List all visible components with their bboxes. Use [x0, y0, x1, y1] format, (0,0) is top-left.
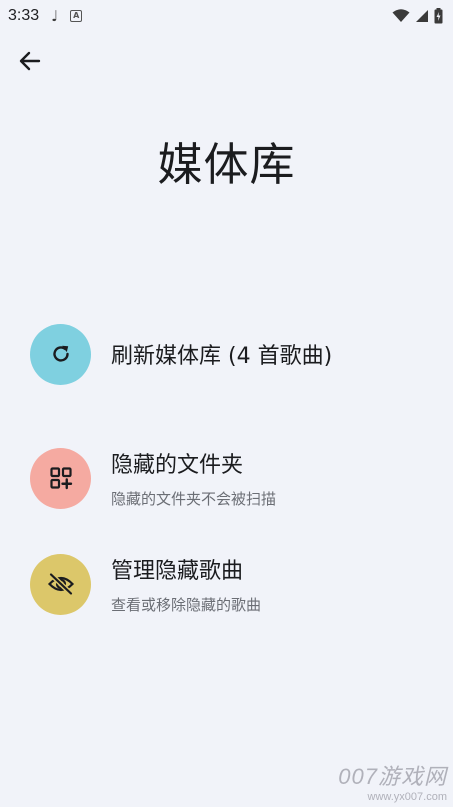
eye-off-icon: [47, 572, 74, 596]
wifi-icon: [392, 9, 410, 22]
status-bar: 3:33 ♩ A: [0, 0, 453, 32]
refresh-texts: 刷新媒体库 (4 首歌曲): [111, 338, 332, 370]
refresh-icon-circle: [30, 323, 91, 385]
app-badge-icon: A: [70, 10, 83, 22]
refresh-library-item[interactable]: 刷新媒体库 (4 首歌曲): [30, 322, 430, 386]
watermark-line2: www.yx007.com: [367, 791, 447, 803]
status-time: 3:33: [8, 7, 40, 24]
manage-hidden-texts: 管理隐藏歌曲 查看或移除隐藏的歌曲: [111, 553, 261, 615]
battery-icon: [434, 8, 443, 24]
item-title: 管理隐藏歌曲: [111, 559, 244, 584]
hidden-folders-item[interactable]: 隐藏的文件夹 隐藏的文件夹不会被扫描: [30, 446, 430, 510]
add-grid-icon-circle: [30, 447, 91, 509]
add-grid-icon: [49, 467, 72, 490]
item-title: 刷新媒体库 (4 首歌曲): [111, 344, 333, 369]
back-button[interactable]: [14, 46, 46, 76]
manage-hidden-songs-item[interactable]: 管理隐藏歌曲 查看或移除隐藏的歌曲: [30, 552, 430, 616]
refresh-icon: [52, 345, 69, 362]
music-note-icon: ♩: [51, 7, 59, 25]
arrow-back-icon: [19, 51, 41, 71]
item-subtitle: 查看或移除隐藏的歌曲: [111, 596, 262, 614]
watermark: 007游戏网 www.yx007.com: [338, 759, 447, 803]
media-library-screen: 3:33 ♩ A 媒体库 刷新媒体库 (4 首歌曲) 隐藏的文件夹 隐藏的文件夹…: [0, 0, 453, 807]
hidden-folders-texts: 隐藏的文件夹 隐藏的文件夹不会被扫描: [111, 447, 276, 509]
status-right: [392, 8, 443, 24]
signal-icon: [416, 10, 428, 22]
status-left: 3:33 ♩ A: [8, 7, 83, 25]
item-title: 隐藏的文件夹: [111, 453, 244, 478]
item-subtitle: 隐藏的文件夹不会被扫描: [111, 490, 277, 508]
page-title: 媒体库: [157, 138, 296, 191]
eye-off-icon-circle: [30, 553, 91, 615]
watermark-line1: 007游戏网: [338, 764, 447, 789]
